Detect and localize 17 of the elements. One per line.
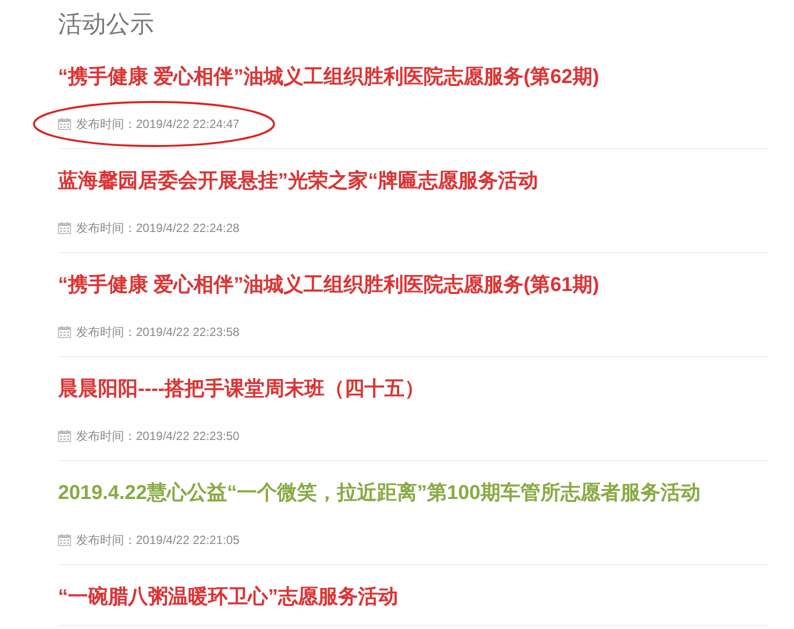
publish-time: 发布时间：2019/4/22 22:24:47	[76, 116, 240, 133]
calendar-icon	[58, 222, 71, 234]
publish-time: 发布时间：2019/4/22 22:23:50	[76, 428, 240, 445]
calendar-icon	[58, 430, 71, 442]
publish-time: 发布时间：2019/4/22 22:23:58	[76, 324, 240, 341]
publish-time: 发布时间：2019/4/22 22:24:28	[76, 220, 240, 237]
article-title-link[interactable]: “携手健康 爱心相伴”油城义工组织胜利医院志愿服务(第61期)	[58, 271, 600, 299]
article-title-link[interactable]: “携手健康 爱心相伴”油城义工组织胜利医院志愿服务(第62期)	[58, 63, 600, 91]
article-title-link[interactable]: “一碗腊八粥温暖环卫心”志愿服务活动	[58, 583, 398, 611]
publish-time: 发布时间：2019/4/22 22:21:05	[76, 532, 240, 549]
calendar-icon	[58, 534, 71, 546]
calendar-icon	[58, 118, 71, 130]
article-title-link[interactable]: 2019.4.22慧心公益“一个微笑，拉近距离”第100期车管所志愿者服务活动	[58, 479, 700, 507]
article-title-link[interactable]: 晨晨阳阳----搭把手课堂周末班（四十五）	[58, 375, 425, 403]
section-heading: 活动公示	[58, 10, 155, 40]
calendar-icon	[58, 326, 71, 338]
article-title-link[interactable]: 蓝海馨园居委会开展悬挂”光荣之家“牌匾志愿服务活动	[58, 167, 538, 195]
